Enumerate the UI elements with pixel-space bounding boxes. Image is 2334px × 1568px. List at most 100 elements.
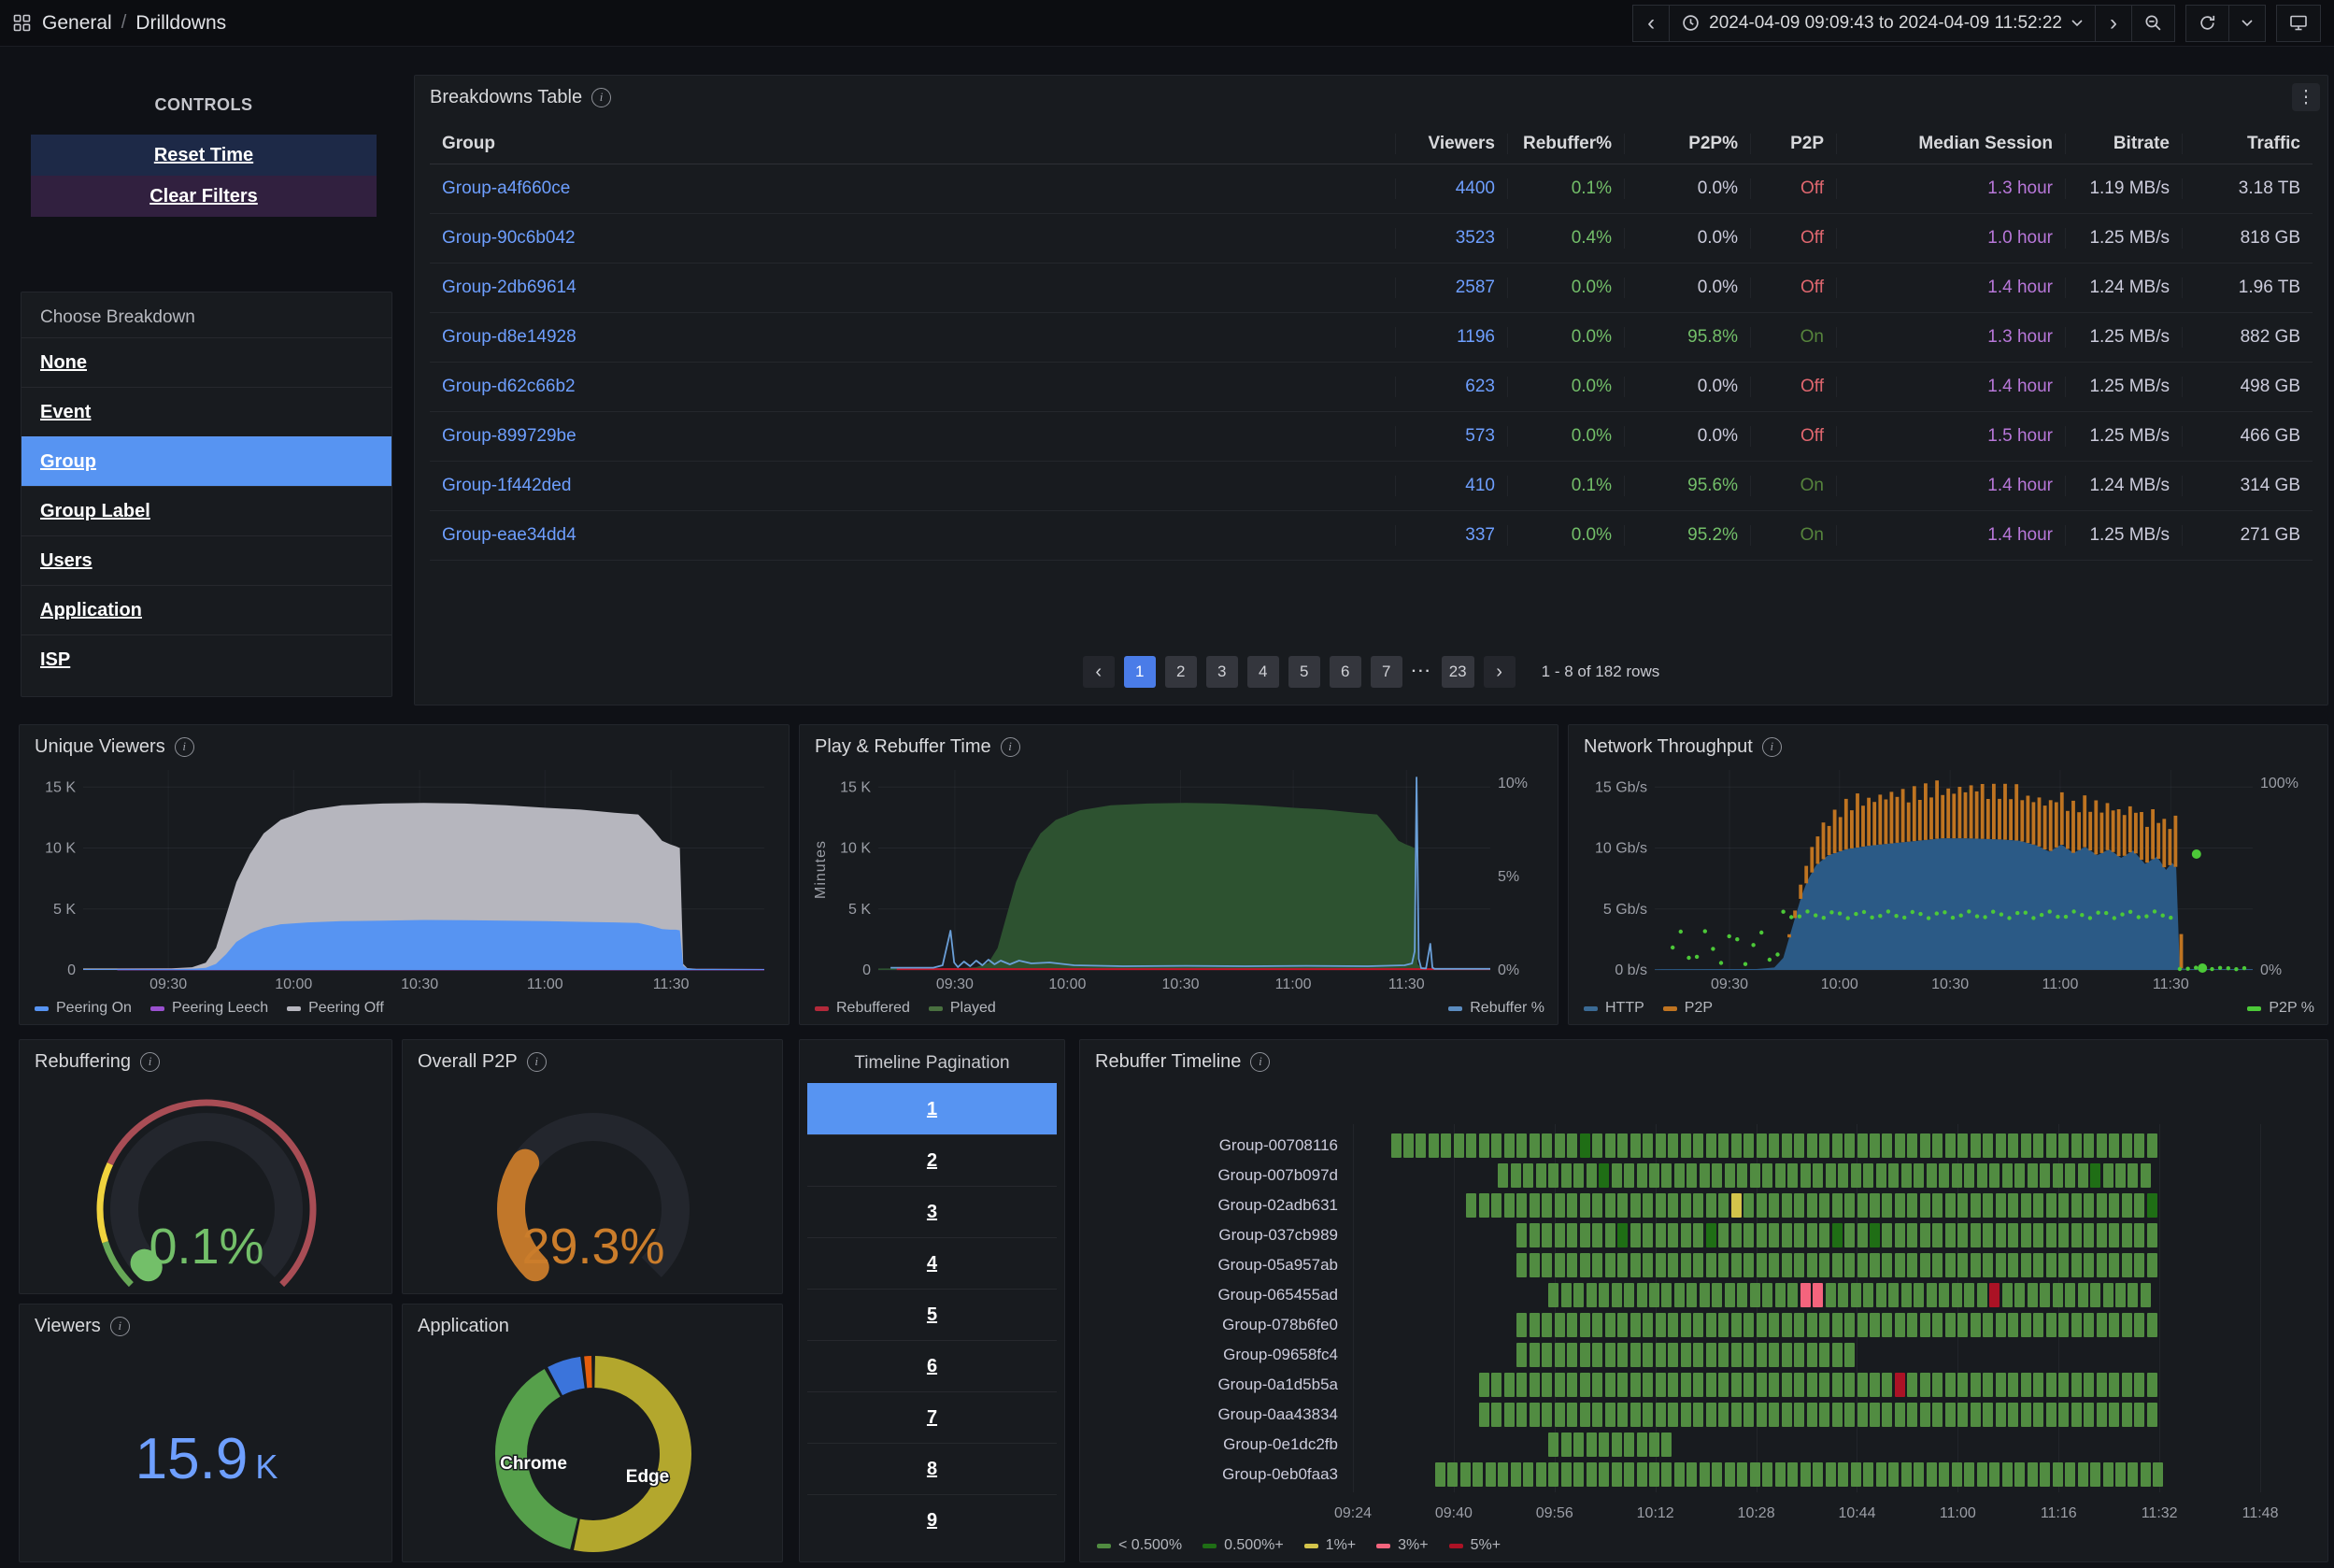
timeline-page-1[interactable]: 1 — [807, 1083, 1057, 1134]
timeline-page-9[interactable]: 9 — [807, 1494, 1057, 1546]
pagination-next-button[interactable]: › — [1483, 656, 1516, 688]
pagination-page-3[interactable]: 3 — [1205, 656, 1238, 688]
breakdown-option-application[interactable]: Application — [21, 585, 391, 634]
legend-item[interactable]: 5%+ — [1448, 1537, 1501, 1554]
column-header-bitrate[interactable]: Bitrate — [2065, 134, 2182, 154]
unique-viewers-chart: 09:30 10:00 10:30 11:00 11:30 0 5 K 10 K 15 K — [27, 759, 779, 997]
reset-time-button[interactable]: Reset Time — [31, 135, 377, 176]
cell-group[interactable]: Group-eae34dd4 — [430, 525, 1395, 546]
legend-item[interactable]: Peering Leech — [149, 1000, 268, 1017]
pagination-page-4[interactable]: 4 — [1246, 656, 1279, 688]
info-icon[interactable]: i — [526, 1051, 547, 1072]
timeline-cell — [1579, 1193, 1590, 1218]
legend-item[interactable]: P2P % — [2247, 1000, 2314, 1017]
info-icon[interactable]: i — [591, 87, 612, 107]
cell-viewers[interactable]: 3523 — [1395, 228, 1507, 249]
column-header-traffic[interactable]: Traffic — [2182, 134, 2313, 154]
legend-item[interactable]: 0.500%+ — [1203, 1537, 1284, 1554]
timeline-page-7[interactable]: 7 — [807, 1391, 1057, 1443]
cell-viewers[interactable]: 1196 — [1395, 327, 1507, 348]
timeline-page-5[interactable]: 5 — [807, 1289, 1057, 1340]
cell-viewers[interactable]: 573 — [1395, 426, 1507, 447]
timeline-cell — [1787, 1462, 1799, 1487]
clear-filters-button[interactable]: Clear Filters — [31, 176, 377, 217]
timeline-page-4[interactable]: 4 — [807, 1237, 1057, 1289]
cell-p2p_pct: 0.0% — [1624, 377, 1750, 397]
timeline-cell — [2115, 1462, 2127, 1487]
timeline-cell — [1586, 1462, 1597, 1487]
timeline-page-3[interactable]: 3 — [807, 1186, 1057, 1237]
kiosk-mode-button[interactable] — [2276, 4, 2321, 42]
legend-item[interactable]: Peering On — [35, 1000, 132, 1017]
breadcrumb-dashboard[interactable]: Drilldowns — [135, 12, 226, 35]
cell-group[interactable]: Group-2db69614 — [430, 278, 1395, 298]
cell-group[interactable]: Group-1f442ded — [430, 476, 1395, 496]
refresh-interval-button[interactable] — [2228, 4, 2266, 42]
timeline-cell — [1693, 1193, 1704, 1218]
cell-group[interactable]: Group-d62c66b2 — [430, 377, 1395, 397]
pagination-page-23[interactable]: 23 — [1441, 656, 1474, 688]
legend-item[interactable]: < 0.500% — [1097, 1537, 1182, 1554]
cell-viewers[interactable]: 623 — [1395, 377, 1507, 397]
info-icon[interactable]: i — [1250, 1051, 1271, 1072]
cell-viewers[interactable]: 337 — [1395, 525, 1507, 546]
timeline-page-6[interactable]: 6 — [807, 1340, 1057, 1391]
dashboards-grid-icon[interactable] — [13, 14, 31, 32]
legend-item[interactable]: Played — [928, 1000, 996, 1017]
legend-item[interactable]: 1%+ — [1303, 1537, 1356, 1554]
pagination-page-7[interactable]: 7 — [1370, 656, 1402, 688]
breakdown-option-group[interactable]: Group — [21, 436, 391, 486]
legend-item[interactable]: Peering Off — [287, 1000, 384, 1017]
info-icon[interactable]: i — [109, 1316, 130, 1336]
cell-group[interactable]: Group-d8e14928 — [430, 327, 1395, 348]
column-header-p2p[interactable]: P2P — [1750, 134, 1836, 154]
timeline-cell — [1643, 1313, 1654, 1337]
time-shift-back-button[interactable]: ‹ — [1632, 4, 1671, 42]
pagination-page-5[interactable]: 5 — [1288, 656, 1320, 688]
column-header-median_session[interactable]: Median Session — [1836, 134, 2065, 154]
breakdown-option-isp[interactable]: ISP — [21, 634, 391, 684]
time-range-picker[interactable]: 2024-04-09 09:09:43 to 2024-04-09 11:52:… — [1669, 4, 2096, 42]
time-shift-forward-button[interactable]: › — [2095, 4, 2132, 42]
breadcrumb-folder[interactable]: General — [42, 12, 112, 35]
breakdown-option-event[interactable]: Event — [21, 387, 391, 436]
panel-menu-icon[interactable]: ⋮ — [2292, 83, 2320, 111]
cell-viewers[interactable]: 4400 — [1395, 178, 1507, 199]
legend-label: 0.500%+ — [1224, 1537, 1284, 1553]
legend-item[interactable]: 3%+ — [1376, 1537, 1429, 1554]
refresh-button[interactable] — [2185, 4, 2229, 42]
zoom-out-time-button[interactable] — [2131, 4, 2175, 42]
cell-group[interactable]: Group-899729be — [430, 426, 1395, 447]
pagination-page-1[interactable]: 1 — [1123, 656, 1156, 688]
cell-group[interactable]: Group-a4f660ce — [430, 178, 1395, 199]
pagination-page-2[interactable]: 2 — [1164, 656, 1197, 688]
breakdown-option-group-label[interactable]: Group Label — [21, 486, 391, 535]
legend-item[interactable]: P2P — [1662, 1000, 1713, 1017]
breakdown-option-none[interactable]: None — [21, 337, 391, 387]
cell-group[interactable]: Group-90c6b042 — [430, 228, 1395, 249]
timeline-page-8[interactable]: 8 — [807, 1443, 1057, 1494]
column-header-rebuffer_pct[interactable]: Rebuffer% — [1507, 134, 1624, 154]
timeline-cell — [1661, 1433, 1672, 1457]
timeline-cell — [2008, 1313, 2019, 1337]
table-row: Group-d8e14928 1196 0.0% 95.8% On 1.3 hour 1.2… — [430, 313, 2313, 363]
breakdown-option-users[interactable]: Users — [21, 535, 391, 585]
legend-item[interactable]: Rebuffered — [815, 1000, 910, 1017]
legend-item[interactable]: Rebuffer % — [1448, 1000, 1544, 1017]
info-icon[interactable]: i — [174, 736, 194, 757]
column-header-viewers[interactable]: Viewers — [1395, 134, 1507, 154]
timeline-cell — [1599, 1462, 1610, 1487]
column-header-p2p_pct[interactable]: P2P% — [1624, 134, 1750, 154]
cell-viewers[interactable]: 2587 — [1395, 278, 1507, 298]
pagination-page-6[interactable]: 6 — [1329, 656, 1361, 688]
timeline-cell — [1806, 1373, 1817, 1397]
legend-item[interactable]: HTTP — [1584, 1000, 1644, 1017]
info-icon[interactable]: i — [140, 1051, 161, 1072]
column-header-group[interactable]: Group — [430, 134, 1395, 154]
info-icon[interactable]: i — [1000, 736, 1020, 757]
timeline-page-2[interactable]: 2 — [807, 1134, 1057, 1186]
cell-viewers[interactable]: 410 — [1395, 476, 1507, 496]
pagination-prev-button[interactable]: ‹ — [1082, 656, 1115, 688]
info-icon[interactable]: i — [1761, 736, 1782, 757]
timeline-cell — [1794, 1343, 1805, 1367]
